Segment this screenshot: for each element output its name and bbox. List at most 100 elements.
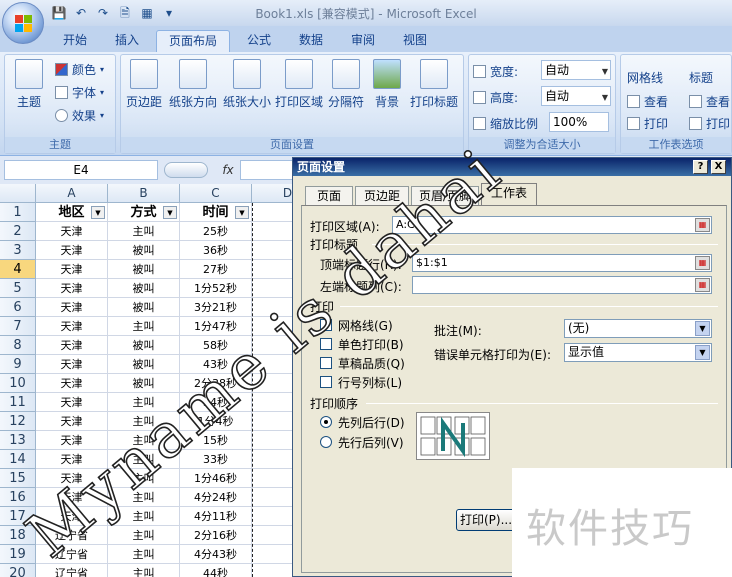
- cell-a[interactable]: 天津: [36, 260, 108, 279]
- header-cell-d[interactable]: [252, 203, 296, 222]
- cell-d[interactable]: [252, 545, 296, 564]
- rows-repeat-input[interactable]: $1:$1 ▦: [412, 254, 712, 272]
- cell-b[interactable]: 被叫: [108, 241, 180, 260]
- scale-spinner[interactable]: 100%: [549, 112, 609, 132]
- cell-c[interactable]: 44秒: [180, 564, 252, 577]
- cell-c[interactable]: 2分16秒: [180, 526, 252, 545]
- cell-c[interactable]: 58秒: [180, 336, 252, 355]
- cell-c[interactable]: 34秒: [180, 393, 252, 412]
- row-header[interactable]: 12: [0, 412, 36, 431]
- office-button[interactable]: [2, 2, 44, 44]
- effects-button[interactable]: 效果 ▾: [55, 107, 104, 124]
- print-button[interactable]: 打印(P)...: [456, 509, 516, 531]
- close-button[interactable]: X: [711, 160, 726, 174]
- name-box[interactable]: E4: [4, 160, 158, 180]
- cell-b[interactable]: 被叫: [108, 374, 180, 393]
- undo-icon[interactable]: ↶: [72, 4, 90, 22]
- cell-c[interactable]: 1分4秒: [180, 412, 252, 431]
- cell-b[interactable]: 主叫: [108, 488, 180, 507]
- cell-d[interactable]: [252, 317, 296, 336]
- cell-c[interactable]: 1分46秒: [180, 469, 252, 488]
- tab-sheet[interactable]: 工作表: [481, 183, 537, 207]
- cell-a[interactable]: 天津: [36, 412, 108, 431]
- cell-d[interactable]: [252, 526, 296, 545]
- cell-b[interactable]: 被叫: [108, 355, 180, 374]
- fx-icon[interactable]: fx: [218, 160, 238, 180]
- comments-select[interactable]: (无) ▼: [564, 319, 712, 338]
- cell-b[interactable]: 主叫: [108, 450, 180, 469]
- row-header[interactable]: 19: [0, 545, 36, 564]
- gridlines-print-checkbox[interactable]: 打印: [627, 115, 668, 132]
- row-header[interactable]: 2: [0, 222, 36, 241]
- down-then-over-radio[interactable]: [320, 416, 332, 428]
- row-header[interactable]: 7: [0, 317, 36, 336]
- range-picker-icon[interactable]: ▦: [695, 256, 710, 270]
- row-header[interactable]: 18: [0, 526, 36, 545]
- row-header[interactable]: 20: [0, 564, 36, 577]
- cell-a[interactable]: 天津: [36, 488, 108, 507]
- cell-a[interactable]: 天津: [36, 279, 108, 298]
- cell-b[interactable]: 主叫: [108, 412, 180, 431]
- cell-d[interactable]: [252, 488, 296, 507]
- margins-button[interactable]: 页边距: [123, 59, 165, 110]
- tab-formulas[interactable]: 公式: [236, 30, 282, 52]
- cell-c[interactable]: 3分21秒: [180, 298, 252, 317]
- cell-d[interactable]: [252, 241, 296, 260]
- cell-b[interactable]: 被叫: [108, 298, 180, 317]
- cell-c[interactable]: 36秒: [180, 241, 252, 260]
- cell-d[interactable]: [252, 355, 296, 374]
- cell-a[interactable]: 辽宁省: [36, 564, 108, 577]
- spreadsheet-grid[interactable]: A B C D 1 地区 ▼ 方式 ▼ 时间 ▼ 2 天津 主叫 25秒 3 天津 被叫 36秒 4 天津 被叫 2…: [0, 184, 296, 577]
- cell-d[interactable]: [252, 393, 296, 412]
- cell-a[interactable]: 天津: [36, 393, 108, 412]
- cell-b[interactable]: 被叫: [108, 336, 180, 355]
- cell-b[interactable]: 被叫: [108, 260, 180, 279]
- cell-c[interactable]: 1分52秒: [180, 279, 252, 298]
- cell-b[interactable]: 主叫: [108, 526, 180, 545]
- filter-dropdown-icon[interactable]: ▼: [91, 206, 105, 219]
- filter-dropdown-icon[interactable]: ▼: [235, 206, 249, 219]
- height-combo[interactable]: 自动 ▼: [541, 86, 611, 106]
- print-titles-button[interactable]: 打印标题: [407, 59, 461, 110]
- cols-repeat-input[interactable]: ▦: [412, 276, 712, 294]
- fonts-button[interactable]: 字体 ▾: [55, 84, 104, 101]
- cell-c[interactable]: 4分11秒: [180, 507, 252, 526]
- formula-expand-handle[interactable]: [164, 162, 208, 178]
- size-button[interactable]: 纸张大小: [221, 59, 273, 110]
- row-header[interactable]: 8: [0, 336, 36, 355]
- row-header[interactable]: 11: [0, 393, 36, 412]
- tab-insert[interactable]: 插入: [104, 30, 150, 52]
- cell-d[interactable]: [252, 298, 296, 317]
- print-area-button[interactable]: 打印区域: [273, 59, 325, 110]
- cell-b[interactable]: 主叫: [108, 507, 180, 526]
- breaks-button[interactable]: 分隔符: [325, 59, 367, 110]
- over-then-down-radio[interactable]: [320, 436, 332, 448]
- cell-a[interactable]: 辽宁省: [36, 545, 108, 564]
- themes-button[interactable]: 主题: [11, 59, 47, 110]
- cell-d[interactable]: [252, 260, 296, 279]
- cell-c[interactable]: 4分43秒: [180, 545, 252, 564]
- row-header[interactable]: 4: [0, 260, 36, 279]
- tab-header-footer[interactable]: 页眉/页脚: [411, 186, 479, 206]
- cell-d[interactable]: [252, 336, 296, 355]
- cell-b[interactable]: 主叫: [108, 222, 180, 241]
- cell-a[interactable]: 天津: [36, 469, 108, 488]
- cell-b[interactable]: 主叫: [108, 545, 180, 564]
- help-button[interactable]: ?: [693, 160, 708, 174]
- background-button[interactable]: 背景: [369, 59, 405, 110]
- row-header[interactable]: 9: [0, 355, 36, 374]
- cell-d[interactable]: [252, 222, 296, 241]
- cell-c[interactable]: 2分38秒: [180, 374, 252, 393]
- column-header-a[interactable]: A: [36, 184, 108, 203]
- row-header[interactable]: 5: [0, 279, 36, 298]
- range-picker-icon[interactable]: ▦: [695, 218, 710, 232]
- headings-view-checkbox[interactable]: 查看: [689, 93, 730, 110]
- draft-quality-checkbox[interactable]: [320, 357, 332, 369]
- header-cell-c[interactable]: 时间 ▼: [180, 203, 252, 222]
- column-header-d[interactable]: D: [252, 184, 296, 203]
- gridlines-view-checkbox[interactable]: 查看: [627, 93, 668, 110]
- cell-a[interactable]: 天津: [36, 450, 108, 469]
- orientation-button[interactable]: 纸张方向: [167, 59, 219, 110]
- width-combo[interactable]: 自动 ▼: [541, 60, 611, 80]
- save-icon[interactable]: 💾: [50, 4, 68, 22]
